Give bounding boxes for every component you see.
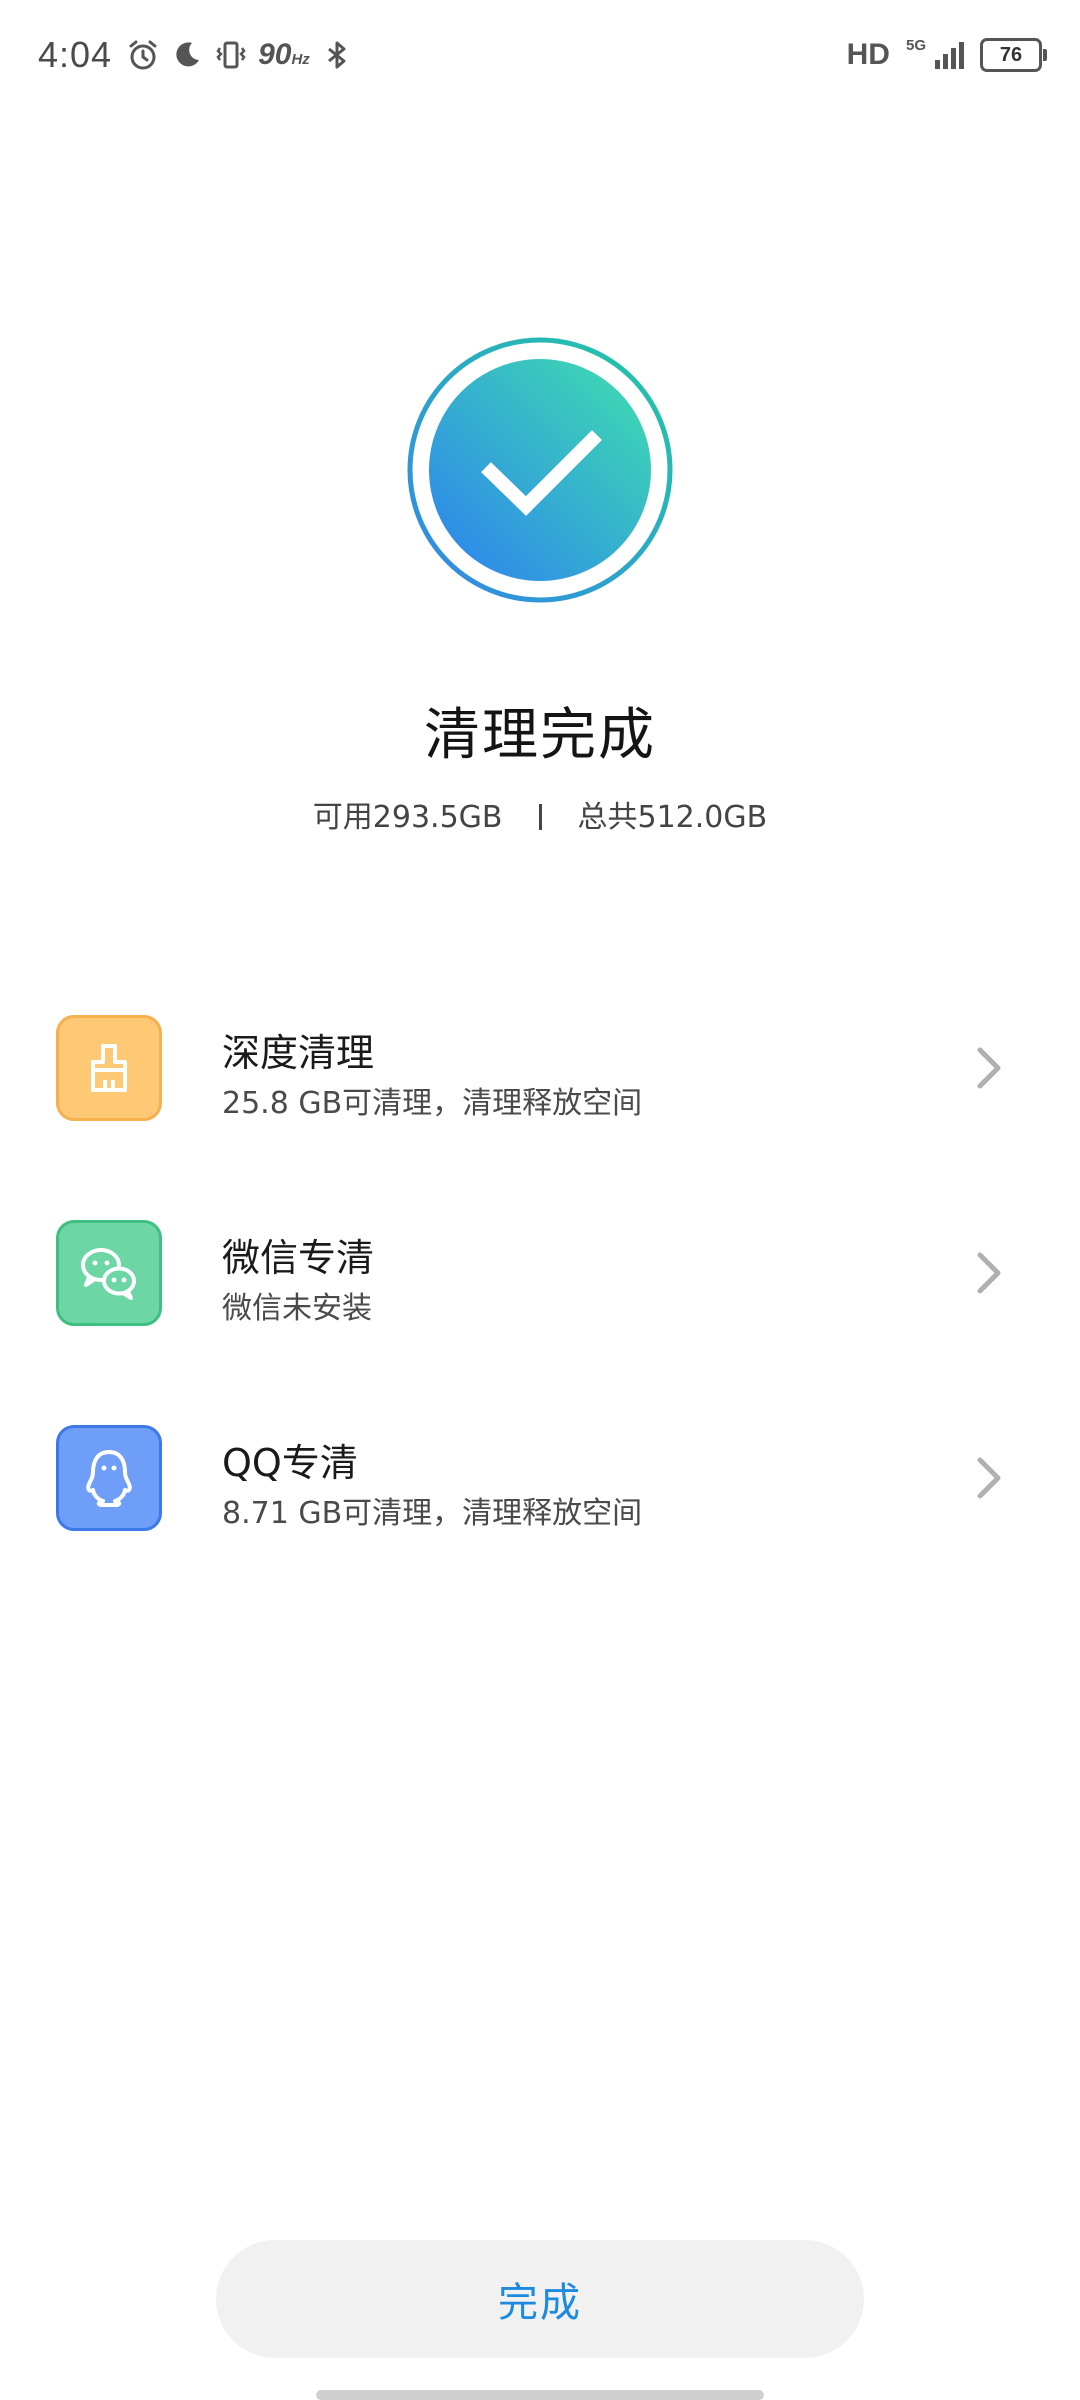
list-item-qq-clean[interactable]: QQ专清 8.71 GB可清理，清理释放空间: [0, 1410, 1080, 1570]
item-subtitle: 25.8 GB可清理，清理释放空间: [222, 1086, 643, 1121]
status-bar-left: 4:04 90Hz: [38, 30, 354, 80]
storage-total: 总共512.0GB: [577, 800, 768, 835]
vibrate-icon: [216, 41, 246, 69]
status-bar-right: HD 5G 76: [846, 30, 1047, 80]
chevron-right-icon: [977, 1457, 1001, 1499]
brush-icon: [56, 1015, 162, 1121]
battery-level: 76: [999, 43, 1023, 66]
chevron-right-icon: [977, 1047, 1001, 1089]
chevron-right-icon: [977, 1252, 1001, 1294]
check-success-icon: [407, 337, 673, 603]
bluetooth-icon: [327, 41, 346, 69]
refresh-rate: 90Hz: [258, 38, 310, 71]
hd-label: HD: [846, 38, 890, 71]
moon-icon: [176, 42, 200, 67]
item-title: 深度清理: [222, 1031, 375, 1075]
status-bar: 4:04 90Hz HD 5G 76: [0, 0, 1080, 110]
storage-divider: [538, 804, 542, 830]
item-subtitle: 8.71 GB可清理，清理释放空间: [222, 1496, 643, 1531]
item-title: 微信专清: [222, 1236, 375, 1280]
status-time: 4:04: [38, 34, 113, 75]
battery-icon: 76: [980, 38, 1047, 72]
home-indicator[interactable]: [316, 2390, 764, 2400]
storage-summary: 可用293.5GB 总共512.0GB: [0, 792, 1080, 836]
network-label: 5G: [905, 36, 926, 54]
alarm-icon: [129, 40, 157, 70]
qq-icon: [56, 1425, 162, 1531]
storage-available: 可用293.5GB: [312, 800, 503, 835]
item-subtitle: 微信未安装: [222, 1291, 372, 1326]
page-title: 清理完成: [424, 703, 656, 768]
signal-icon: [935, 42, 964, 69]
list-item-deep-clean[interactable]: 深度清理 25.8 GB可清理，清理释放空间: [0, 1000, 1080, 1160]
item-title: QQ专清: [222, 1441, 358, 1485]
wechat-icon: [56, 1220, 162, 1326]
done-button[interactable]: 完成: [216, 2240, 864, 2358]
list-item-wechat-clean[interactable]: 微信专清 微信未安装: [0, 1205, 1080, 1365]
